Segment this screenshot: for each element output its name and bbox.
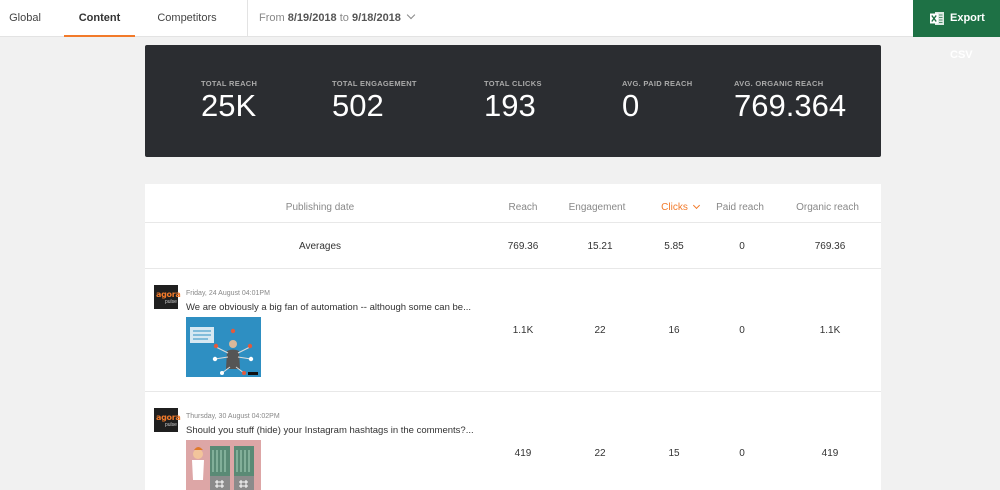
header-paid-reach[interactable]: Paid reach	[705, 202, 775, 213]
row-reach: 419	[514, 448, 532, 459]
stat-total-reach: TOTAL REACH 25K	[201, 79, 257, 123]
top-bar: Global Content Competitors From 8/19/201…	[0, 0, 1000, 61]
chevron-down-icon	[406, 10, 416, 20]
tab-global[interactable]: Global	[0, 0, 50, 37]
row-paid: 0	[739, 325, 745, 336]
row-reach: 1.1K	[512, 325, 534, 336]
stat-value: 769.364	[734, 88, 847, 123]
stat-value: 502	[332, 88, 384, 123]
avatar: agora pulse	[154, 408, 181, 432]
header-publishing-date[interactable]: Publishing date	[250, 202, 390, 213]
stats-panel: TOTAL REACH 25K TOTAL ENGAGEMENT 502 TOT…	[145, 45, 881, 157]
row-paid: 0	[739, 448, 745, 459]
post-thumbnail[interactable]	[186, 317, 261, 377]
stat-total-engagement: TOTAL ENGAGEMENT 502	[332, 79, 417, 123]
row-clicks: 16	[668, 325, 680, 336]
avatar-logo-sub: pulse	[165, 422, 177, 428]
stat-label: TOTAL CLICKS	[484, 79, 542, 88]
row-clicks: 15	[668, 448, 680, 459]
export-label: Export CSV	[950, 12, 985, 61]
averages-clicks: 5.85	[664, 241, 684, 252]
stat-avg-organic-reach: AVG. ORGANIC REACH 769.364	[734, 79, 846, 123]
excel-icon	[930, 12, 944, 25]
averages-reach: 769.36	[507, 241, 539, 252]
date-prefix: From	[259, 12, 285, 24]
stat-label: AVG. PAID REACH	[622, 79, 693, 88]
avatar-logo-text: agora	[156, 290, 181, 299]
content-table: Publishing date Reach Engagement Clicks …	[145, 184, 881, 490]
divider	[145, 222, 881, 223]
header-reach[interactable]: Reach	[488, 202, 558, 213]
averages-label: Averages	[298, 241, 342, 252]
post-text[interactable]: We are obviously a big fan of automation…	[186, 302, 471, 313]
row-engagement: 22	[594, 448, 606, 459]
stat-value: 193	[484, 88, 536, 123]
row-organic: 419	[821, 448, 839, 459]
date-connector: to	[339, 12, 349, 24]
post-thumbnail[interactable]	[186, 440, 261, 490]
avatar: agora pulse	[154, 285, 181, 309]
post-date: Thursday, 30 August 04:02PM	[186, 413, 280, 420]
divider	[247, 0, 248, 37]
stat-avg-paid-reach: AVG. PAID REACH 0	[622, 79, 692, 123]
divider	[145, 268, 881, 269]
stat-label: AVG. ORGANIC REACH	[734, 79, 824, 88]
stat-total-clicks: TOTAL CLICKS 193	[484, 79, 542, 123]
row-organic: 1.1K	[819, 325, 841, 336]
stat-value: 25K	[201, 88, 257, 123]
chevron-down-icon	[692, 201, 700, 210]
post-text[interactable]: Should you stuff (hide) your Instagram h…	[186, 425, 474, 436]
stat-label: TOTAL ENGAGEMENT	[332, 79, 417, 88]
date-start: 8/19/2018	[287, 12, 337, 24]
tab-competitors[interactable]: Competitors	[147, 0, 227, 37]
averages-engagement: 15.21	[587, 241, 613, 252]
stat-label: TOTAL REACH	[201, 79, 258, 88]
post-date: Friday, 24 August 04:01PM	[186, 290, 270, 297]
row-engagement: 22	[594, 325, 606, 336]
tab-content[interactable]: Content	[64, 0, 135, 37]
date-range-picker[interactable]: From 8/19/2018 to 9/18/2018	[259, 0, 416, 37]
avatar-logo-sub: pulse	[165, 299, 177, 305]
header-engagement[interactable]: Engagement	[557, 202, 637, 213]
header-organic-reach[interactable]: Organic reach	[780, 202, 875, 213]
header-clicks-label: Clicks	[661, 202, 688, 213]
divider	[145, 391, 881, 392]
avatar-logo-text: agora	[156, 413, 181, 422]
export-csv-button[interactable]: Export CSV	[913, 0, 1000, 61]
date-end: 9/18/2018	[351, 12, 401, 24]
averages-organic: 769.36	[814, 241, 846, 252]
stat-value: 0	[622, 88, 640, 123]
averages-paid: 0	[739, 241, 745, 252]
